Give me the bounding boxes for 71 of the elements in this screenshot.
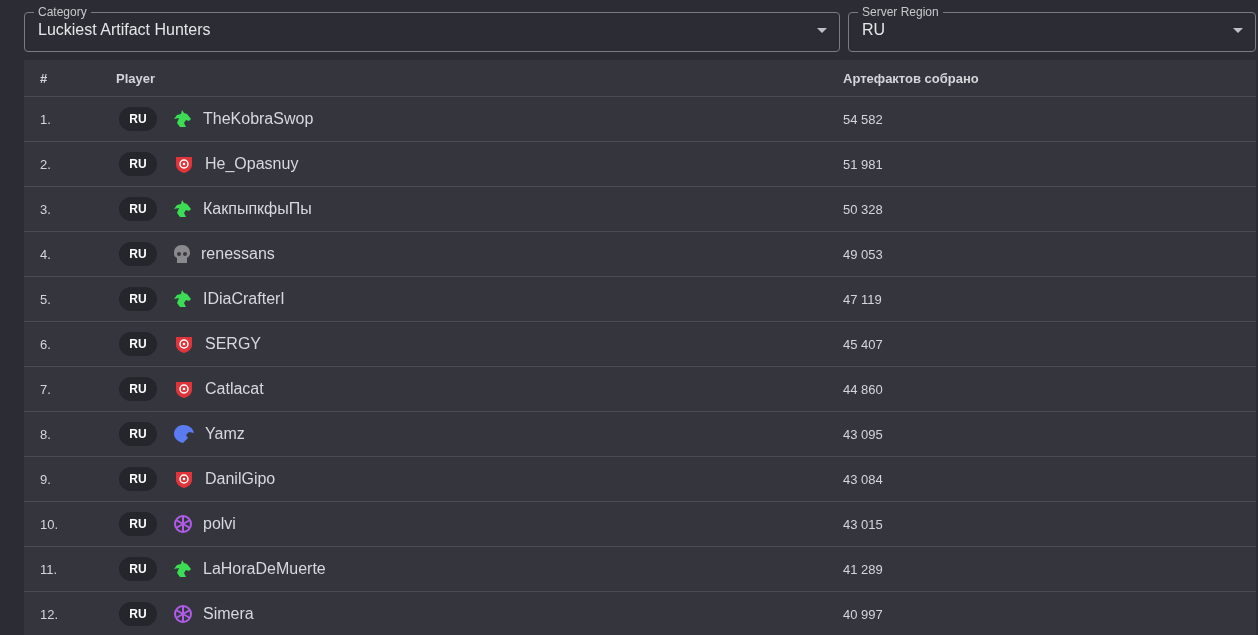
field-label: Category [37,6,88,19]
column-header: Player [116,70,157,86]
dropdown-caret-icon [817,27,827,33]
artifacts-count: 54 582 [843,111,884,127]
rank-cell-text: 1. [40,111,52,127]
dragon-head-icon [173,289,193,309]
wheel-icon [173,604,193,624]
rank-cell-text: 5. [40,291,52,307]
artifacts-count: 44 860 [843,381,884,397]
region-badge: RU [119,377,157,401]
player-name: polvi [203,515,236,533]
field-label: Server Region [861,6,940,19]
field-value: RU [862,21,886,39]
region-badge: RU [119,197,157,221]
region-badge: RU [119,332,157,356]
eagle-head-icon [173,424,195,444]
field-value: Luckiest Artifact Hunters [38,21,211,39]
rank-cell-text: 4. [40,246,52,262]
dragon-head-icon [173,199,193,219]
artifacts-count: 43 015 [843,516,884,532]
player-name: renessans [201,245,275,263]
player-name: DanilGipo [205,470,276,488]
artifacts-count: 47 119 [843,291,883,307]
player-name: TheKobraSwop [203,110,314,128]
artifacts-count: 50 328 [843,201,884,217]
artifacts-count: 49 053 [843,246,884,262]
target-shield-icon [173,154,195,174]
region-badge: RU [119,242,157,266]
skull-icon [173,244,191,264]
column-header: # [40,70,49,86]
rank-cell-text: 10. [40,516,60,532]
artifacts-count: 43 095 [843,426,884,442]
region-badge: RU [119,287,157,311]
select-field[interactable]: Server Region RU [848,6,1256,52]
rank-cell-text: 2. [40,156,52,172]
region-badge: RU [119,152,157,176]
player-name: He_Opasnuy [205,155,299,173]
region-badge: RU [119,422,157,446]
player-name: Catlacat [205,380,264,398]
artifacts-count: 40 997 [843,606,884,622]
region-badge: RU [119,467,157,491]
rank-cell-text: 12. [40,606,60,622]
select-field[interactable]: Category Luckiest Artifact Hunters [24,6,840,52]
target-shield-icon [173,334,195,354]
artifacts-count: 45 407 [843,336,884,352]
dropdown-caret-icon [1233,27,1243,33]
player-name: SERGY [205,335,261,353]
region-badge: RU [119,512,157,536]
rank-cell-text: 9. [40,471,52,487]
artifacts-count: 41 289 [843,561,884,577]
region-badge: RU [119,602,157,626]
player-name: LaHoraDeMuerte [203,560,326,578]
player-name: Simera [203,605,254,623]
region-badge: RU [119,557,157,581]
region-badge: RU [119,107,157,131]
rank-cell-text: 11. [40,561,59,577]
target-shield-icon [173,469,195,489]
rank-cell-text: 7. [40,381,52,397]
player-name: Yamz [205,425,245,443]
column-header: Артефактов собрано [843,70,980,86]
target-shield-icon [173,379,195,399]
player-name: КакпыпкфыПы [203,200,312,218]
rank-cell-text: 3. [40,201,52,217]
dragon-head-icon [173,109,193,129]
wheel-icon [173,514,193,534]
dragon-head-icon [173,559,193,579]
rank-cell-text: 8. [40,426,52,442]
artifacts-count: 51 981 [843,156,884,172]
rank-cell-text: 6. [40,336,52,352]
player-name: IDiaCrafterI [203,290,285,308]
artifacts-count: 43 084 [843,471,884,487]
